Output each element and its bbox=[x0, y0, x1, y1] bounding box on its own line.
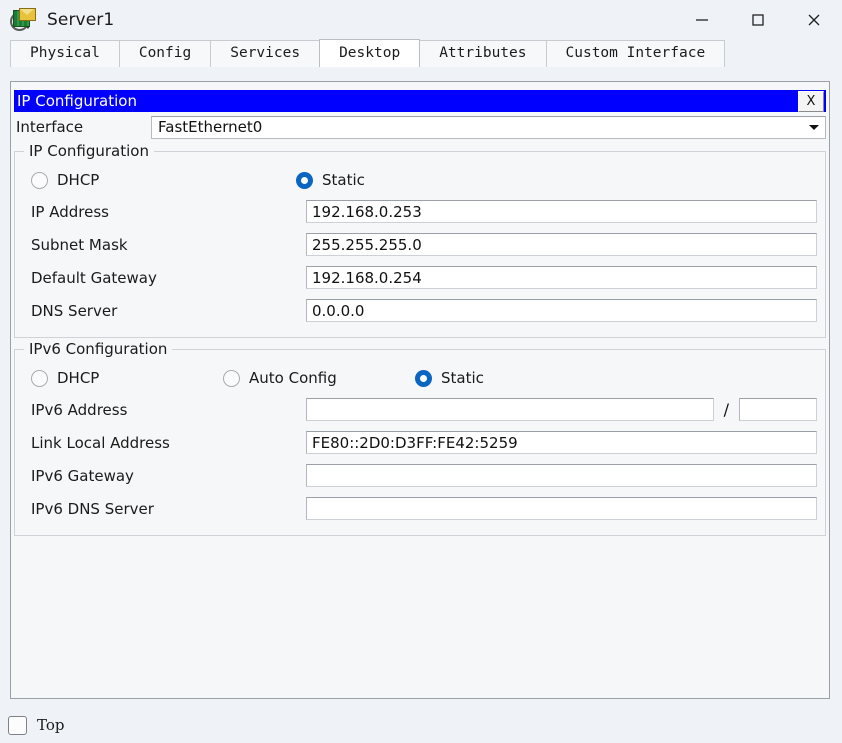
maximize-icon[interactable] bbox=[730, 0, 786, 40]
default-gateway-row: Default Gateway 192.168.0.254 bbox=[23, 261, 817, 294]
radio-icon[interactable] bbox=[223, 369, 240, 387]
subnet-mask-row: Subnet Mask 255.255.255.0 bbox=[23, 228, 817, 261]
minimize-icon[interactable] bbox=[674, 0, 730, 40]
link-local-address-row: Link Local Address FE80::2D0:D3FF:FE42:5… bbox=[23, 426, 817, 459]
link-local-address-input[interactable]: FE80::2D0:D3FF:FE42:5259 bbox=[306, 431, 817, 454]
tab-services[interactable]: Services bbox=[210, 40, 321, 67]
tab-custom-interface[interactable]: Custom Interface bbox=[545, 40, 726, 67]
ipv4-group-legend: IP Configuration bbox=[24, 142, 154, 160]
tab-attributes[interactable]: Attributes bbox=[419, 40, 547, 67]
default-gateway-input[interactable]: 192.168.0.254 bbox=[306, 266, 817, 289]
interface-selected-value: FastEthernet0 bbox=[158, 118, 263, 136]
footer-bar: Top bbox=[0, 707, 842, 743]
subnet-mask-input[interactable]: 255.255.255.0 bbox=[306, 233, 817, 256]
interface-label: Interface bbox=[16, 118, 84, 136]
ipv6-gateway-input[interactable] bbox=[306, 464, 817, 487]
ipv6-mode-row: DHCP Auto Config Static bbox=[23, 363, 817, 393]
ipv6-dns-server-input[interactable] bbox=[306, 497, 817, 520]
window-controls bbox=[674, 0, 842, 40]
desktop-panel: IP Configuration X Interface FastEtherne… bbox=[10, 81, 830, 699]
ipv6-gateway-row: IPv6 Gateway bbox=[23, 459, 817, 492]
interface-row: Interface FastEthernet0 bbox=[14, 114, 826, 140]
ip-configuration-title: IP Configuration bbox=[17, 92, 137, 110]
ipv6-address-input[interactable] bbox=[306, 398, 714, 421]
radio-selected-icon[interactable] bbox=[296, 171, 313, 189]
ip-address-input[interactable]: 192.168.0.253 bbox=[306, 200, 817, 223]
window-titlebar: Server1 bbox=[0, 0, 842, 40]
ipv6-gateway-label: IPv6 Gateway bbox=[31, 466, 134, 485]
ipv4-static-option[interactable]: Static bbox=[296, 171, 365, 189]
radio-selected-icon[interactable] bbox=[415, 369, 432, 387]
ipv6-group-legend: IPv6 Configuration bbox=[24, 340, 173, 358]
ip-address-row: IP Address 192.168.0.253 bbox=[23, 195, 817, 228]
dns-server-input[interactable]: 0.0.0.0 bbox=[306, 299, 817, 322]
dns-server-label: DNS Server bbox=[31, 301, 118, 320]
ipv6-dns-server-label: IPv6 DNS Server bbox=[31, 499, 154, 518]
ipv6-address-row: IPv6 Address / bbox=[23, 393, 817, 426]
tab-physical[interactable]: Physical bbox=[10, 40, 120, 67]
server-magnifier-icon bbox=[10, 7, 36, 33]
radio-icon[interactable] bbox=[31, 369, 48, 387]
ipv6-address-label: IPv6 Address bbox=[31, 400, 128, 419]
ip-configuration-close-button[interactable]: X bbox=[798, 90, 824, 112]
dns-server-row: DNS Server 0.0.0.0 bbox=[23, 294, 817, 327]
ipv6-auto-config-option[interactable]: Auto Config bbox=[223, 369, 415, 387]
tab-config[interactable]: Config bbox=[118, 40, 212, 67]
default-gateway-label: Default Gateway bbox=[31, 268, 157, 287]
ipv4-dhcp-label: DHCP bbox=[57, 171, 100, 189]
ipv4-configuration-group: IP Configuration DHCP Static IP Address … bbox=[14, 142, 826, 338]
radio-icon[interactable] bbox=[31, 171, 48, 189]
ip-configuration-window: IP Configuration X Interface FastEtherne… bbox=[14, 90, 826, 630]
interface-select[interactable]: FastEthernet0 bbox=[151, 115, 826, 139]
close-icon[interactable] bbox=[786, 0, 842, 40]
ipv6-static-option[interactable]: Static bbox=[415, 369, 484, 387]
ipv6-prefix-length-input[interactable] bbox=[739, 398, 817, 421]
ip-configuration-titlebar: IP Configuration X bbox=[14, 90, 826, 112]
window-title: Server1 bbox=[47, 10, 115, 30]
ipv6-auto-config-label: Auto Config bbox=[249, 369, 337, 387]
top-checkbox-label: Top bbox=[37, 716, 65, 734]
ip-address-label: IP Address bbox=[31, 202, 109, 221]
top-checkbox[interactable] bbox=[8, 715, 27, 735]
ipv4-dhcp-option[interactable]: DHCP bbox=[31, 171, 296, 189]
tab-desktop[interactable]: Desktop bbox=[319, 39, 421, 67]
device-tabs: Physical Config Services Desktop Attribu… bbox=[0, 39, 842, 67]
ipv6-dhcp-option[interactable]: DHCP bbox=[31, 369, 223, 387]
link-local-address-label: Link Local Address bbox=[31, 433, 170, 452]
ipv6-configuration-group: IPv6 Configuration DHCP Auto Config Stat… bbox=[14, 340, 826, 536]
ipv6-dhcp-label: DHCP bbox=[57, 369, 100, 387]
ipv4-mode-row: DHCP Static bbox=[23, 165, 817, 195]
ipv4-static-label: Static bbox=[322, 171, 365, 189]
ipv6-static-label: Static bbox=[441, 369, 484, 387]
chevron-down-icon bbox=[809, 124, 819, 130]
subnet-mask-label: Subnet Mask bbox=[31, 235, 128, 254]
ipv6-prefix-separator: / bbox=[723, 400, 729, 419]
ipv6-dns-server-row: IPv6 DNS Server bbox=[23, 492, 817, 525]
